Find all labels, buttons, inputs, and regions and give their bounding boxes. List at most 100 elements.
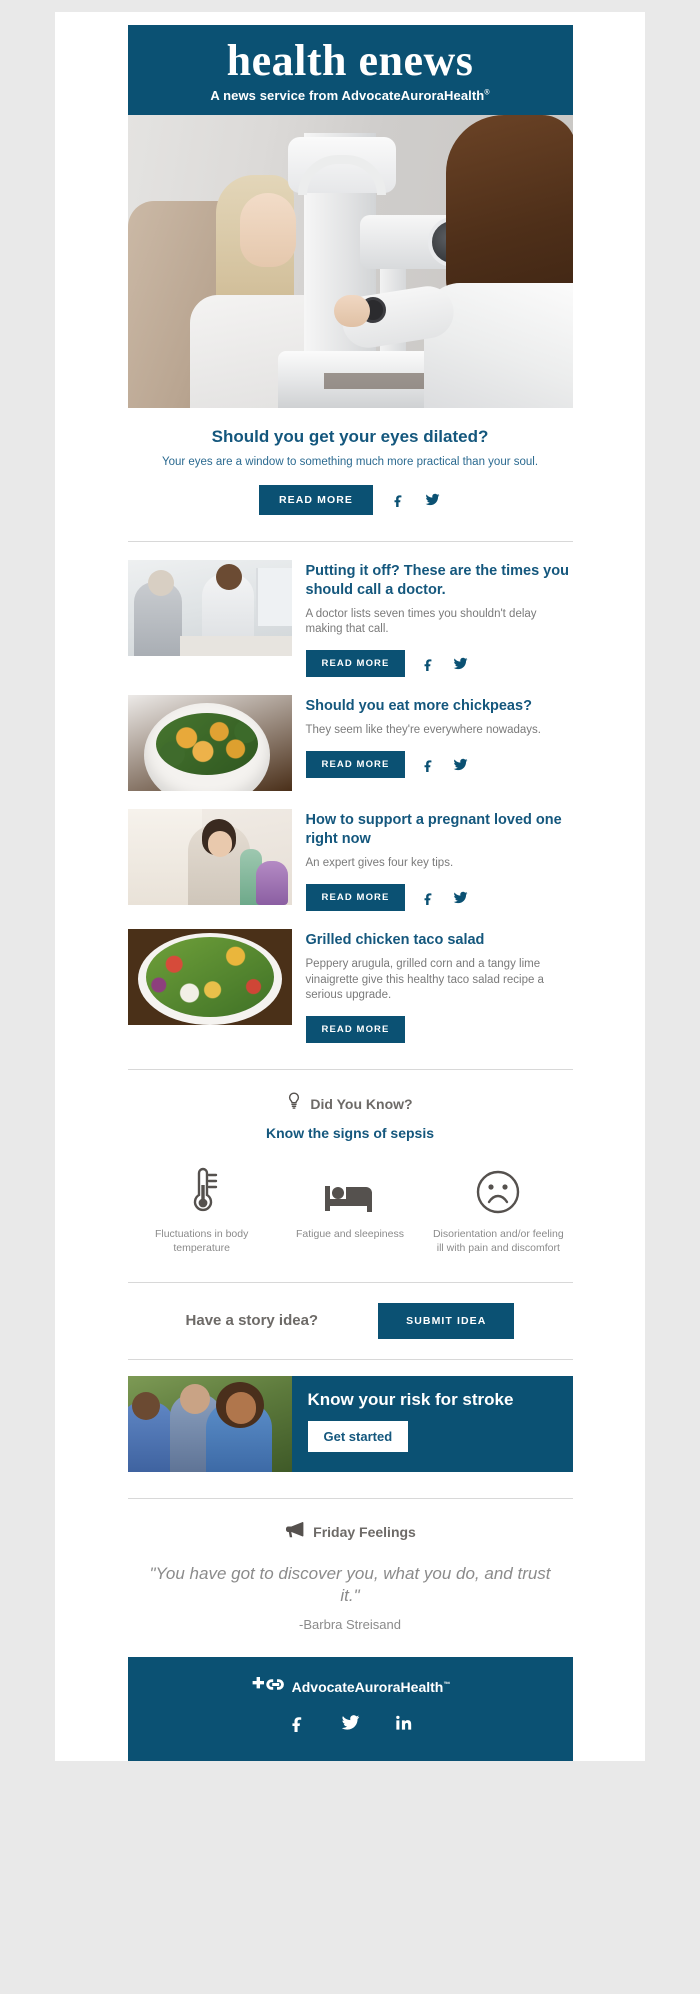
did-you-know-header: Did You Know? — [128, 1092, 573, 1115]
did-you-know-section: Did You Know? Know the signs of sepsis F… — [128, 1070, 573, 1255]
article-thumbnail[interactable] — [127, 695, 292, 792]
facebook-icon[interactable] — [419, 755, 437, 773]
friday-feelings-section: Friday Feelings "You have got to discove… — [128, 1499, 573, 1632]
did-you-know-label: Did You Know? — [310, 1095, 413, 1112]
lightbulb-icon — [287, 1092, 301, 1115]
article-row: Putting it off? These are the times you … — [127, 542, 573, 678]
twitter-icon[interactable] — [451, 755, 469, 773]
article-title[interactable]: Putting it off? These are the times you … — [306, 562, 573, 600]
article-thumbnail[interactable] — [127, 928, 292, 1025]
newsletter-tagline: A news service from AdvocateAuroraHealth… — [128, 88, 573, 103]
newsletter-title: health enews — [226, 36, 474, 85]
thumb-chickpeas — [155, 713, 258, 776]
article-read-more-button[interactable]: READ MORE — [305, 1016, 406, 1044]
article-thumbnail[interactable] — [127, 809, 292, 906]
thumb-doctor-head — [215, 563, 242, 590]
hero-headline[interactable]: Should you get your eyes dilated? — [128, 427, 573, 447]
stroke-banner[interactable]: Know your risk for stroke Get started — [127, 1375, 573, 1472]
stroke-banner-image — [127, 1375, 292, 1472]
article-thumbnail[interactable] — [127, 559, 292, 656]
thumb-patient-head — [147, 569, 174, 596]
stroke-banner-title: Know your risk for stroke — [307, 1389, 514, 1409]
email-page: health enews A news service from Advocat… — [0, 0, 700, 1761]
sepsis-signs-list: Fluctuations in body temperature Fatigue… — [128, 1163, 573, 1255]
article-description: An expert gives four key tips. — [305, 856, 454, 869]
banner-person-right-face — [225, 1391, 256, 1424]
tagline-brand: AdvocateAuroraHealth — [341, 87, 485, 103]
thumb-salad — [145, 936, 274, 1017]
friday-feelings-author: -Barbra Streisand — [299, 1616, 401, 1632]
article-content: Grilled chicken taco salad Peppery arugu… — [305, 929, 573, 1044]
thumb-flowers — [255, 861, 288, 906]
thermometer-icon — [134, 1163, 270, 1215]
hero-patient-face — [239, 192, 296, 267]
tagline-tm: ® — [484, 89, 490, 97]
sepsis-sign-item: Fatigue and sleepiness — [276, 1163, 424, 1255]
banner-person-left-head — [131, 1391, 160, 1420]
article-row: How to support a pregnant loved one righ… — [127, 791, 573, 911]
bed-icon — [282, 1163, 418, 1215]
thumb-desk — [179, 635, 292, 656]
article-read-more-button[interactable]: READ MORE — [305, 750, 406, 778]
hero-doctor-hand — [333, 294, 370, 327]
article-cta-row: READ MORE — [305, 883, 573, 911]
megaphone-icon — [284, 1521, 304, 1543]
twitter-icon[interactable] — [423, 491, 441, 509]
article-cta-row: READ MORE — [305, 650, 573, 678]
hero-image[interactable] — [127, 114, 573, 408]
hero-subtitle: Your eyes are a window to something much… — [161, 455, 539, 468]
sepsis-sign-item: Fluctuations in body temperature — [128, 1163, 276, 1255]
article-cta-row: READ MORE — [305, 1016, 573, 1044]
thumb-woman-face — [207, 831, 232, 858]
friday-feelings-label: Friday Feelings — [313, 1523, 416, 1540]
masthead: health enews A news service from Advocat… — [127, 25, 573, 115]
article-row: Grilled chicken taco salad Peppery arugu… — [127, 911, 573, 1044]
sepsis-sign-item: Disorientation and/or feeling ill with p… — [424, 1163, 572, 1255]
twitter-icon[interactable] — [341, 1713, 360, 1737]
footer-wrapper: AdvocateAuroraHealth™ — [127, 1656, 573, 1761]
article-content: Putting it off? These are the times you … — [305, 560, 573, 678]
email-body: health enews A news service from Advocat… — [55, 12, 645, 1761]
banner-person-mid-head — [179, 1383, 210, 1414]
divider — [127, 1358, 573, 1360]
friday-feelings-header: Friday Feelings — [128, 1521, 573, 1543]
article-read-more-button[interactable]: READ MORE — [305, 883, 406, 911]
facebook-icon[interactable] — [389, 491, 407, 509]
sepsis-sign-label: Fatigue and sleepiness — [295, 1228, 404, 1241]
did-you-know-subtitle: Know the signs of sepsis — [265, 1125, 435, 1142]
facebook-icon[interactable] — [288, 1713, 307, 1737]
sepsis-sign-label: Fluctuations in body temperature — [154, 1228, 249, 1255]
linkedin-icon[interactable] — [394, 1713, 413, 1737]
article-title[interactable]: Grilled chicken taco salad — [306, 931, 573, 950]
masthead-wrapper: health enews A news service from Advocat… — [127, 25, 573, 1632]
submit-idea-button[interactable]: SUBMIT IDEA — [378, 1302, 515, 1339]
hero-cta-row: READ MORE — [128, 484, 573, 515]
friday-feelings-quote: "You have got to discover you, what you … — [149, 1563, 551, 1605]
article-row: Should you eat more chickpeas? They seem… — [127, 677, 573, 792]
sepsis-sign-label: Disorientation and/or feeling ill with p… — [432, 1228, 564, 1255]
facebook-icon[interactable] — [419, 655, 437, 673]
article-description: Peppery arugula, grilled corn and a tang… — [305, 957, 544, 1002]
footer-brand: AdvocateAuroraHealth™ — [291, 1678, 451, 1695]
facebook-icon[interactable] — [419, 888, 437, 906]
article-read-more-button[interactable]: READ MORE — [305, 650, 406, 678]
footer-tm: ™ — [443, 1681, 451, 1689]
article-description: A doctor lists seven times you shouldn't… — [305, 607, 537, 636]
article-description: They seem like they're everywhere nowada… — [305, 724, 542, 737]
hero-read-more-button[interactable]: READ MORE — [258, 484, 374, 515]
article-content: Should you eat more chickpeas? They seem… — [305, 695, 573, 791]
footer-logo: AdvocateAuroraHealth™ — [128, 1676, 573, 1697]
twitter-icon[interactable] — [451, 655, 469, 673]
article-title[interactable]: How to support a pregnant loved one righ… — [306, 811, 573, 849]
footer-social-row — [128, 1713, 573, 1737]
thumb-window — [255, 567, 292, 626]
article-title[interactable]: Should you eat more chickpeas? — [306, 697, 573, 716]
twitter-icon[interactable] — [451, 888, 469, 906]
advocate-aurora-logo-icon — [250, 1676, 286, 1697]
frowning-face-icon — [430, 1163, 566, 1215]
get-started-button[interactable]: Get started — [307, 1420, 409, 1452]
tagline-prefix: A news service from — [210, 87, 342, 103]
footer: AdvocateAuroraHealth™ — [127, 1656, 573, 1761]
story-idea-question: Have a story idea? — [185, 1312, 319, 1330]
article-content: How to support a pregnant loved one righ… — [305, 809, 573, 911]
